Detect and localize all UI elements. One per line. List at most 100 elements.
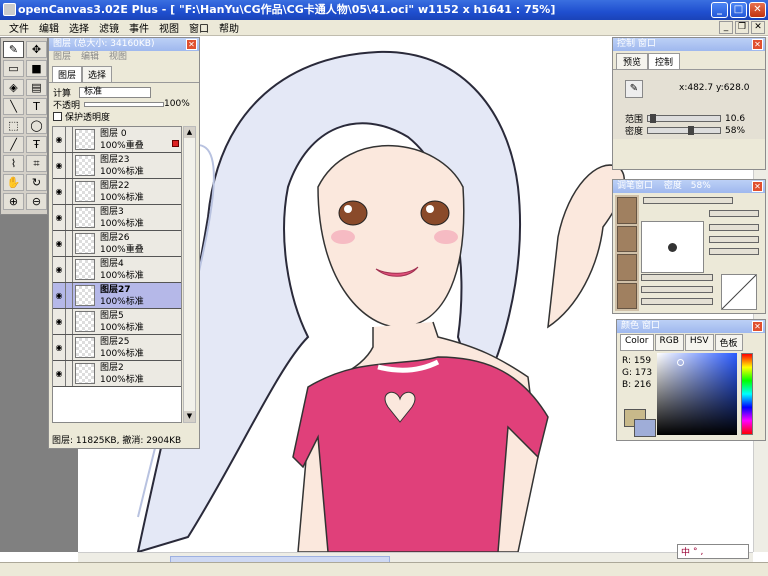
layer-list-scrollbar[interactable]: ▲ ▼ bbox=[183, 126, 196, 423]
menu-file[interactable]: 文件 bbox=[4, 20, 34, 35]
lock-slot[interactable] bbox=[66, 335, 73, 360]
brush-panel-close-icon[interactable]: ✕ bbox=[752, 181, 763, 192]
scroll-down-icon[interactable]: ▼ bbox=[184, 411, 195, 422]
lock-slot[interactable] bbox=[66, 231, 73, 256]
saturation-value-picker[interactable] bbox=[657, 353, 737, 435]
layer-row[interactable]: ◉ 图层5 100%标准 bbox=[53, 309, 181, 335]
brush-preset-eraser[interactable] bbox=[617, 282, 637, 309]
rect-outline-tool-icon[interactable]: ▭ bbox=[3, 60, 24, 77]
rect-select-tool-icon[interactable]: ⬚ bbox=[3, 117, 24, 134]
lock-slot[interactable] bbox=[66, 179, 73, 204]
eye-icon[interactable]: ◉ bbox=[53, 231, 66, 256]
density-slider[interactable] bbox=[647, 126, 722, 135]
layer-row[interactable]: ◉ 图层2 100%标准 bbox=[53, 361, 181, 387]
doc-close-button[interactable]: ✕ bbox=[751, 21, 765, 34]
menu-help[interactable]: 帮助 bbox=[214, 20, 244, 35]
tab-selection[interactable]: 选择 bbox=[82, 66, 113, 82]
menu-event[interactable]: 事件 bbox=[124, 20, 154, 35]
menu-window[interactable]: 窗口 bbox=[184, 20, 214, 35]
brush-size-slider[interactable] bbox=[643, 197, 733, 204]
brush-param-slider-1[interactable] bbox=[709, 224, 759, 231]
color-panel-title[interactable]: 颜色 窗口 ✕ bbox=[617, 320, 765, 333]
ime-punct-icon[interactable]: , bbox=[701, 547, 704, 557]
brush-preset-pen[interactable] bbox=[617, 197, 637, 224]
eye-icon[interactable]: ◉ bbox=[53, 257, 66, 282]
eye-icon[interactable]: ◉ bbox=[53, 335, 66, 360]
layers-panel-close-icon[interactable]: ✕ bbox=[186, 39, 197, 50]
hand-tool-icon[interactable]: ✋ bbox=[3, 174, 24, 191]
tab-swatches[interactable]: 色板 bbox=[714, 334, 743, 351]
crop-tool-icon[interactable]: ⌗ bbox=[26, 155, 47, 172]
pen-tool-icon[interactable]: ✎ bbox=[3, 41, 24, 58]
ime-mode-icon[interactable]: ° bbox=[693, 547, 698, 557]
brush-preset-pencil[interactable] bbox=[617, 225, 637, 252]
density-slider-handle[interactable] bbox=[688, 126, 695, 135]
protect-alpha-checkbox[interactable] bbox=[53, 111, 62, 121]
eyedropper-tool-icon[interactable]: ⌇ bbox=[3, 155, 24, 172]
menu-filter[interactable]: 滤镜 bbox=[94, 20, 124, 35]
menu-select[interactable]: 选择 bbox=[64, 20, 94, 35]
select-text-tool-icon[interactable]: Ŧ bbox=[26, 136, 47, 153]
layer-row[interactable]: ◉ 图层22 100%标准 bbox=[53, 179, 181, 205]
tab-layers[interactable]: 图层 bbox=[52, 66, 83, 82]
eye-icon[interactable]: ◉ bbox=[53, 179, 66, 204]
tab-control[interactable]: 控制 bbox=[648, 53, 681, 69]
line-tool-icon[interactable]: ╲ bbox=[3, 98, 24, 115]
move-tool-icon[interactable]: ✥ bbox=[26, 41, 47, 58]
layer-row[interactable]: ◉ 图层25 100%标准 bbox=[53, 335, 181, 361]
ime-icon[interactable]: 中 bbox=[681, 545, 690, 558]
layers-menu-view[interactable]: 视图 bbox=[109, 51, 127, 64]
tab-hsv[interactable]: HSV bbox=[684, 334, 714, 351]
brush-param-slider-4[interactable] bbox=[641, 274, 713, 281]
scroll-up-icon[interactable]: ▲ bbox=[184, 127, 195, 138]
lasso-tool-icon[interactable]: ◯ bbox=[26, 117, 47, 134]
doc-restore-button[interactable]: ❐ bbox=[735, 21, 749, 34]
tab-rgb[interactable]: RGB bbox=[654, 334, 684, 351]
tab-color[interactable]: Color bbox=[620, 334, 654, 351]
close-button[interactable]: ✕ bbox=[749, 2, 766, 18]
brush-preset-airbrush[interactable] bbox=[617, 254, 637, 281]
brush-param-slider-5[interactable] bbox=[641, 286, 713, 293]
lock-slot[interactable] bbox=[66, 153, 73, 178]
foreground-color-swatch[interactable] bbox=[634, 419, 656, 437]
canvas-horizontal-scrollbar[interactable] bbox=[78, 552, 753, 563]
range-slider-handle[interactable] bbox=[650, 114, 657, 123]
brush-param-slider-6[interactable] bbox=[641, 298, 713, 305]
layer-row[interactable]: ◉ 图层3 100%标准 bbox=[53, 205, 181, 231]
brush-panel-title[interactable]: 调笔窗口 密度 58% ✕ bbox=[613, 180, 765, 193]
layer-row[interactable]: ◉ 图层 0 100%重叠 bbox=[53, 127, 181, 153]
eye-icon[interactable]: ◉ bbox=[53, 283, 66, 308]
zoom-out-tool-icon[interactable]: ⊖ bbox=[26, 193, 47, 210]
opacity-slider[interactable] bbox=[84, 101, 165, 107]
menu-edit[interactable]: 编辑 bbox=[34, 20, 64, 35]
select-line-tool-icon[interactable]: ╱ bbox=[3, 136, 24, 153]
rotate-tool-icon[interactable]: ↻ bbox=[26, 174, 47, 191]
brush-param-slider-2[interactable] bbox=[709, 236, 759, 243]
control-panel-close-icon[interactable]: ✕ bbox=[752, 39, 763, 50]
control-panel-title[interactable]: 控制 窗口 ✕ bbox=[613, 38, 765, 51]
layer-row-selected[interactable]: ◉ 图层27 100%标准 bbox=[53, 283, 181, 309]
rect-fill-tool-icon[interactable]: ■ bbox=[26, 60, 47, 77]
eye-icon[interactable]: ◉ bbox=[53, 309, 66, 334]
minimize-button[interactable]: _ bbox=[711, 2, 728, 18]
eye-icon[interactable]: ◉ bbox=[53, 127, 66, 152]
maximize-button[interactable]: □ bbox=[730, 2, 747, 18]
tab-preview[interactable]: 预览 bbox=[616, 53, 649, 69]
fill-bucket-tool-icon[interactable]: ◈ bbox=[3, 79, 24, 96]
lock-slot[interactable] bbox=[66, 257, 73, 282]
lock-slot[interactable] bbox=[66, 283, 73, 308]
layers-menu-edit[interactable]: 编辑 bbox=[81, 51, 99, 64]
layer-row[interactable]: ◉ 图层23 100%标准 bbox=[53, 153, 181, 179]
doc-minimize-button[interactable]: _ bbox=[719, 21, 733, 34]
lock-slot[interactable] bbox=[66, 205, 73, 230]
eye-icon[interactable]: ◉ bbox=[53, 361, 66, 386]
range-slider[interactable] bbox=[647, 114, 722, 123]
layers-menu-layer[interactable]: 图层 bbox=[53, 51, 71, 64]
color-panel-close-icon[interactable]: ✕ bbox=[752, 321, 763, 332]
layer-row[interactable]: ◉ 图层4 100%标准 bbox=[53, 257, 181, 283]
ime-toolbar[interactable]: 中 °, bbox=[677, 544, 749, 559]
brush-param-slider-3[interactable] bbox=[709, 248, 759, 255]
gradient-tool-icon[interactable]: ▤ bbox=[26, 79, 47, 96]
text-tool-icon[interactable]: T bbox=[26, 98, 47, 115]
eye-icon[interactable]: ◉ bbox=[53, 205, 66, 230]
